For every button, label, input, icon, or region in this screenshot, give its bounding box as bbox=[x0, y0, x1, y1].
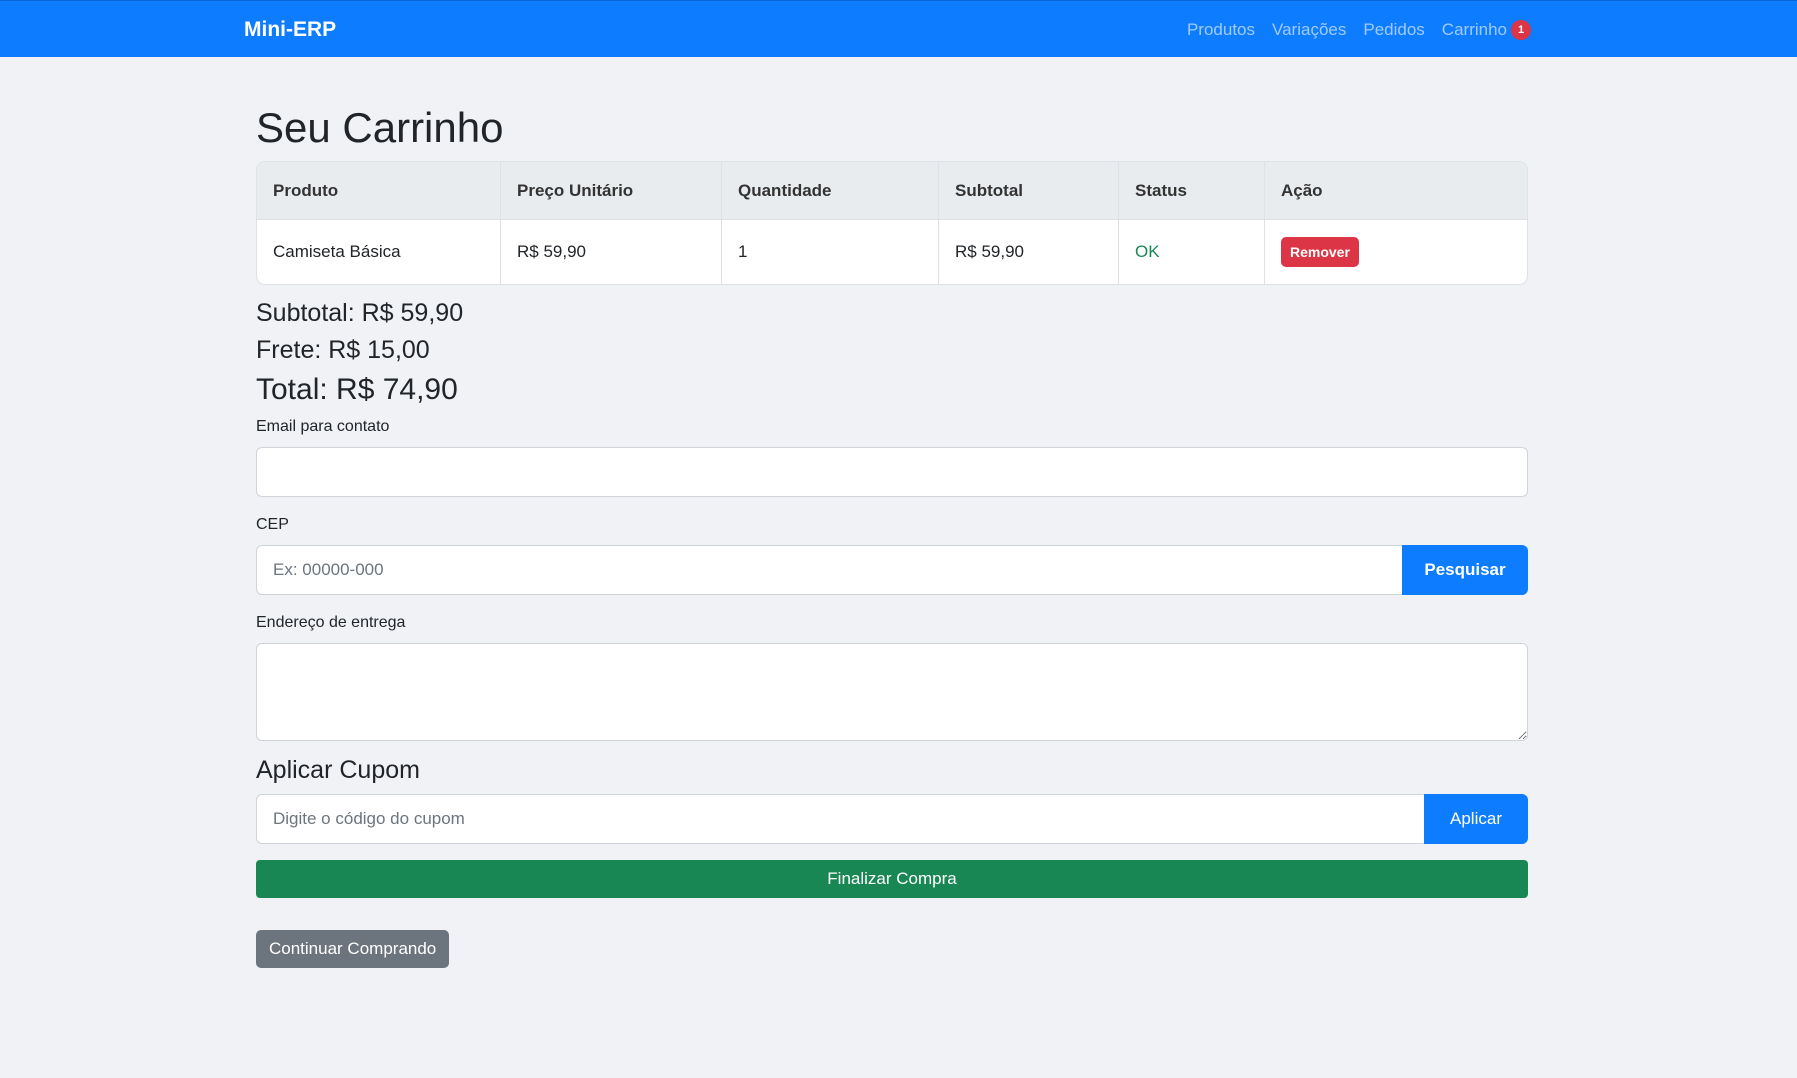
email-label: Email para contato bbox=[256, 418, 390, 435]
brand-logo[interactable]: Mini-ERP bbox=[244, 18, 336, 42]
summary-total: Total: R$ 74,90 bbox=[256, 373, 458, 406]
cell-subtotal: R$ 59,90 bbox=[939, 220, 1119, 284]
nav-links: Produtos Variações Pedidos Carrinho 1 bbox=[1187, 20, 1531, 40]
navbar: Mini-ERP Produtos Variações Pedidos Carr… bbox=[0, 0, 1797, 57]
cell-quantidade: 1 bbox=[722, 220, 939, 284]
cell-status: OK bbox=[1119, 220, 1265, 284]
table-header-row: Produto Preço Unitário Quantidade Subtot… bbox=[257, 162, 1527, 220]
nav-link-carrinho[interactable]: Carrinho 1 bbox=[1442, 20, 1531, 40]
cell-preco: R$ 59,90 bbox=[501, 220, 722, 284]
address-label: Endereço de entrega bbox=[256, 614, 406, 631]
cart-count-badge: 1 bbox=[1511, 20, 1531, 40]
continue-shopping-button[interactable]: Continuar Comprando bbox=[256, 930, 450, 968]
cart-table: Produto Preço Unitário Quantidade Subtot… bbox=[256, 161, 1528, 285]
col-header-acao: Ação bbox=[1265, 162, 1527, 220]
table-row: Camiseta Básica R$ 59,90 1 R$ 59,90 OK R… bbox=[257, 220, 1527, 284]
col-header-subtotal: Subtotal bbox=[939, 162, 1119, 220]
address-textarea[interactable] bbox=[256, 643, 1528, 741]
aplicar-button[interactable]: Aplicar bbox=[1424, 794, 1528, 844]
remove-button[interactable]: Remover bbox=[1281, 237, 1359, 267]
col-header-quantidade: Quantidade bbox=[722, 162, 939, 220]
coupon-input[interactable] bbox=[256, 794, 1425, 844]
nav-link-produtos[interactable]: Produtos bbox=[1187, 20, 1255, 40]
page-title: Seu Carrinho bbox=[256, 104, 504, 151]
cep-input[interactable] bbox=[256, 545, 1403, 595]
nav-link-pedidos[interactable]: Pedidos bbox=[1363, 20, 1424, 40]
summary-frete: Frete: R$ 15,00 bbox=[256, 336, 430, 364]
email-field[interactable] bbox=[256, 447, 1528, 497]
col-header-produto: Produto bbox=[257, 162, 501, 220]
col-header-status: Status bbox=[1119, 162, 1265, 220]
cell-acao: Remover bbox=[1265, 220, 1527, 284]
nav-link-variacoes[interactable]: Variações bbox=[1272, 20, 1346, 40]
summary-subtotal: Subtotal: R$ 59,90 bbox=[256, 299, 464, 327]
finalize-button[interactable]: Finalizar Compra bbox=[256, 860, 1528, 898]
cep-label: CEP bbox=[256, 516, 289, 533]
cell-produto: Camiseta Básica bbox=[257, 220, 501, 284]
coupon-title: Aplicar Cupom bbox=[256, 756, 420, 784]
nav-link-carrinho-label: Carrinho bbox=[1441, 20, 1507, 39]
col-header-preco: Preço Unitário bbox=[501, 162, 722, 220]
pesquisar-button[interactable]: Pesquisar bbox=[1402, 545, 1528, 595]
